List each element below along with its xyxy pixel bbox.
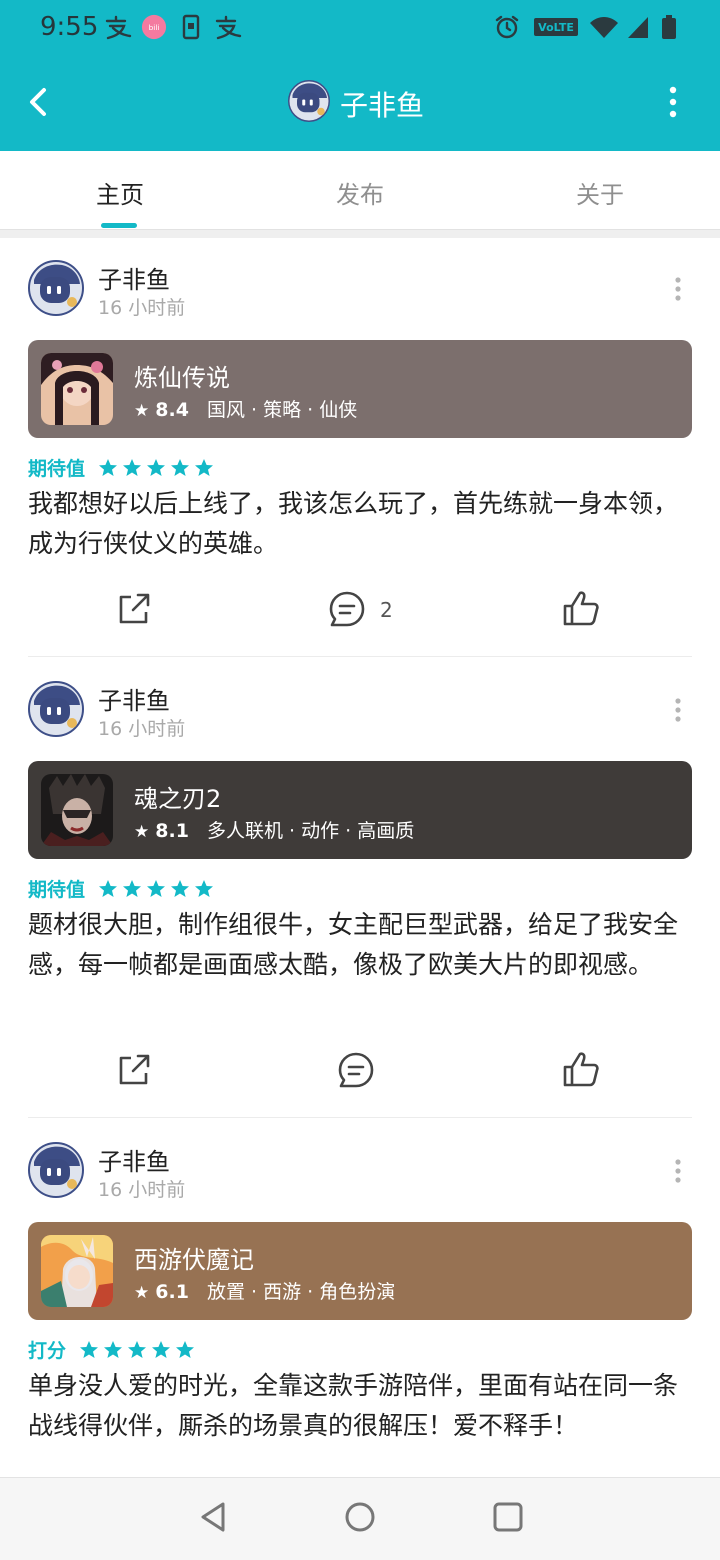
tab-home[interactable]: 主页 [60, 175, 180, 210]
game-tags: 国风 · 策略 · 仙侠 [207, 399, 358, 421]
game-title: 魂之刃2 [134, 785, 222, 813]
more-vertical-icon[interactable] [670, 697, 686, 723]
like-icon[interactable] [561, 1050, 601, 1090]
app-screen: 9:55 bili VoLTE 子非鱼 主页 发布 关于 子非鱼 16 小时前 … [0, 0, 720, 1560]
rating-label: 打分 [28, 1340, 67, 1362]
nav-bar: 子非鱼 [0, 54, 720, 151]
share-icon[interactable] [114, 1050, 154, 1090]
share-icon[interactable] [114, 589, 154, 629]
alarm-icon [495, 15, 519, 39]
avatar[interactable] [28, 1142, 84, 1198]
post-divider [28, 656, 692, 657]
star-icon: ★ [134, 1283, 150, 1303]
section-divider [0, 229, 720, 238]
game-meta: ★ 6.1 放置 · 西游 · 角色扮演 [134, 1277, 395, 1304]
rating-row: 打分 [28, 1336, 195, 1362]
game-meta: ★ 8.4 国风 · 策略 · 仙侠 [134, 395, 357, 422]
comment-icon[interactable] [336, 1050, 376, 1090]
post-divider [28, 1117, 692, 1118]
post-text[interactable]: 题材很大胆，制作组很牛，女主配巨型武器，给足了我安全感，每一帧都是画面感太酷，像… [28, 905, 692, 985]
star-rating-icon [98, 880, 213, 897]
author-name[interactable]: 子非鱼 [98, 1142, 170, 1177]
star-rating-icon [79, 1341, 194, 1358]
signal-icon [628, 17, 648, 38]
game-icon [41, 1235, 113, 1307]
game-score: 6.1 [155, 1281, 189, 1303]
star-icon: ★ [134, 822, 150, 842]
post-text[interactable]: 单身没人爱的时光，全靠这款手游陪伴，里面有站在同一条战线得伙伴，厮杀的场景真的很… [28, 1366, 692, 1446]
page-title: 子非鱼 [340, 89, 425, 122]
avatar[interactable] [28, 260, 84, 316]
rating-row: 期待值 [28, 875, 214, 901]
status-time: 9:55 [40, 12, 99, 42]
like-icon[interactable] [561, 589, 601, 629]
home-circle-icon[interactable] [343, 1500, 377, 1534]
recents-square-icon[interactable] [491, 1500, 525, 1534]
post-time: 16 小时前 [98, 718, 186, 740]
battery-icon [662, 15, 676, 39]
game-card[interactable]: 魂之刃2 ★ 8.1 多人联机 · 动作 · 高画质 [28, 761, 692, 859]
comment-icon[interactable] [327, 589, 367, 629]
more-vertical-icon[interactable] [660, 84, 686, 120]
status-bar: 9:55 bili VoLTE [0, 0, 720, 54]
avatar [288, 80, 330, 122]
game-card[interactable]: 炼仙传说 ★ 8.4 国风 · 策略 · 仙侠 [28, 340, 692, 438]
post-card: 子非鱼 16 小时前 炼仙传说 ★ 8.4 国风 · 策略 · 仙侠 期待值 我… [0, 238, 720, 658]
post-time: 16 小时前 [98, 1179, 186, 1201]
star-rating-icon [98, 459, 213, 476]
game-icon [41, 774, 113, 846]
back-triangle-icon[interactable] [196, 1500, 230, 1534]
svg-text:bili: bili [149, 23, 160, 32]
bilibili-icon: bili [141, 14, 167, 40]
wifi-icon [590, 17, 618, 38]
tab-bar: 主页 发布 关于 [0, 151, 720, 229]
volte-icon: VoLTE [534, 18, 578, 36]
post-card: 子非鱼 16 小时前 西游伏魔记 ★ 6.1 放置 · 西游 · 角色扮演 打分… [0, 1120, 720, 1477]
header: 9:55 bili VoLTE 子非鱼 [0, 0, 720, 151]
game-meta: ★ 8.1 多人联机 · 动作 · 高画质 [134, 816, 414, 843]
post-text[interactable]: 我都想好以后上线了，我该怎么玩了，首先练就一身本领，成为行侠仗义的英雄。 [28, 484, 692, 564]
star-icon: ★ [134, 401, 150, 421]
volte-label: VoLTE [538, 21, 574, 34]
active-tab-indicator [101, 223, 137, 228]
chevron-left-icon[interactable] [22, 82, 58, 122]
game-card[interactable]: 西游伏魔记 ★ 6.1 放置 · 西游 · 角色扮演 [28, 1222, 692, 1320]
alipay-icon [215, 15, 242, 40]
game-score: 8.1 [155, 820, 189, 842]
more-vertical-icon[interactable] [670, 276, 686, 302]
post-time: 16 小时前 [98, 297, 186, 319]
game-title: 西游伏魔记 [134, 1246, 254, 1274]
rating-row: 期待值 [28, 454, 214, 480]
tab-posts[interactable]: 发布 [300, 175, 420, 210]
rating-label: 期待值 [28, 879, 86, 901]
author-name[interactable]: 子非鱼 [98, 260, 170, 295]
avatar[interactable] [28, 681, 84, 737]
author-name[interactable]: 子非鱼 [98, 681, 170, 716]
game-tags: 多人联机 · 动作 · 高画质 [207, 820, 415, 842]
comment-count: 2 [380, 598, 393, 622]
game-icon [41, 353, 113, 425]
game-tags: 放置 · 西游 · 角色扮演 [207, 1281, 396, 1303]
tab-about[interactable]: 关于 [540, 175, 660, 210]
alipay-icon [105, 15, 132, 40]
rating-label: 期待值 [28, 458, 86, 480]
post-card: 子非鱼 16 小时前 魂之刃2 ★ 8.1 多人联机 · 动作 · 高画质 期待… [0, 659, 720, 1119]
more-vertical-icon[interactable] [670, 1158, 686, 1184]
game-title: 炼仙传说 [134, 364, 230, 392]
phone-icon [182, 14, 200, 40]
system-nav-bar [0, 1477, 720, 1560]
game-score: 8.4 [155, 399, 189, 421]
